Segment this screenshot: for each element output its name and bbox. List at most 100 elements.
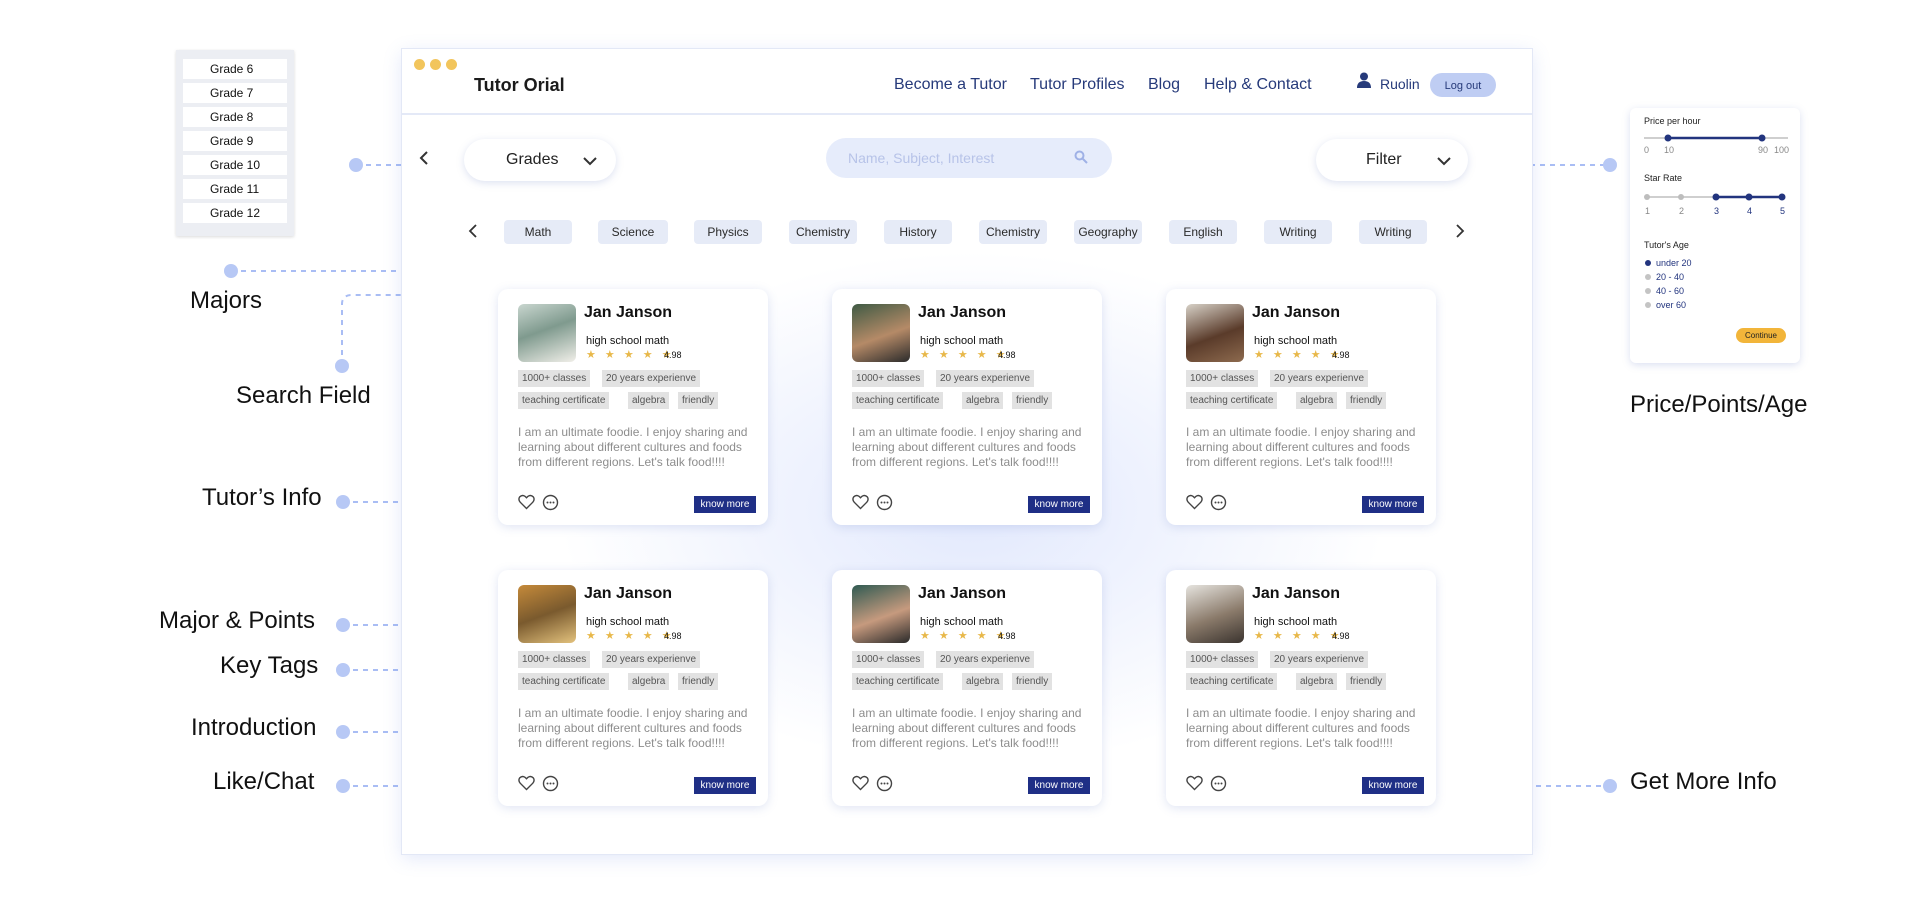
search-input[interactable]: Name, Subject, Interest	[826, 138, 1112, 178]
know-more-button[interactable]: know more	[1362, 777, 1424, 794]
tutor-card[interactable]: Jan Janson high school math ★ ★ ★ ★ ★ 4.…	[498, 289, 768, 525]
grades-dropdown[interactable]: Grades	[464, 139, 616, 181]
tutor-major: high school math	[586, 335, 670, 347]
price-tick: 90	[1758, 145, 1769, 155]
grade-option[interactable]: Grade 6	[183, 59, 287, 79]
tutor-card[interactable]: Jan Janson high school math ★ ★ ★ ★ ★ 4.…	[1166, 570, 1436, 806]
age-option[interactable]: 40 - 60	[1656, 286, 1684, 296]
subject-chip[interactable]: Science	[598, 220, 668, 244]
age-option[interactable]: under 20	[1656, 258, 1692, 268]
heart-icon[interactable]	[518, 494, 535, 515]
tutor-tag: teaching certificate	[518, 673, 610, 690]
subject-chip[interactable]: English	[1169, 220, 1237, 244]
subject-chip[interactable]: Physics	[694, 220, 762, 244]
tutor-photo	[1186, 585, 1244, 643]
know-more-button[interactable]: know more	[1362, 496, 1424, 513]
tutor-card[interactable]: Jan Janson high school math ★ ★ ★ ★ ★ 4.…	[498, 570, 768, 806]
grade-option[interactable]: Grade 8	[183, 107, 287, 127]
tutor-introduction: I am an ultimate foodie. I enjoy sharing…	[852, 425, 1082, 469]
tutor-photo	[852, 585, 910, 643]
nav-blog[interactable]: Blog	[1148, 76, 1180, 94]
tutor-tag: 20 years experienve	[936, 651, 1035, 668]
logout-button[interactable]: Log out	[1430, 73, 1496, 97]
tutor-tag: friendly	[1346, 673, 1387, 690]
know-more-button[interactable]: know more	[694, 777, 756, 794]
connector-dot-search	[335, 359, 349, 373]
continue-button[interactable]: Continue	[1736, 328, 1786, 343]
nav-help-contact[interactable]: Help & Contact	[1204, 76, 1312, 94]
heart-icon[interactable]	[852, 494, 869, 515]
star-tick: 3	[1714, 206, 1720, 216]
chat-icon[interactable]	[876, 494, 893, 516]
age-option[interactable]: 20 - 40	[1656, 272, 1684, 282]
grade-option[interactable]: Grade 7	[183, 83, 287, 103]
price-label: Price per hour	[1644, 116, 1701, 126]
filter-dropdown[interactable]: Filter	[1316, 139, 1468, 181]
tutor-photo	[518, 304, 576, 362]
connector-dot-key-tags	[336, 663, 350, 677]
tutor-name: Jan Janson	[918, 585, 1007, 602]
heart-icon[interactable]	[518, 775, 535, 796]
radio-icon[interactable]	[1645, 288, 1651, 294]
tutor-introduction: I am an ultimate foodie. I enjoy sharing…	[852, 706, 1082, 750]
search-icon[interactable]	[1074, 150, 1088, 169]
tutor-tag: algebra	[962, 392, 1004, 409]
grade-option[interactable]: Grade 11	[183, 179, 287, 199]
nav-become-tutor[interactable]: Become a Tutor	[894, 76, 1007, 94]
tutor-tag: teaching certificate	[1186, 392, 1278, 409]
user-name[interactable]: Ruolin	[1380, 76, 1420, 92]
know-more-button[interactable]: know more	[1028, 777, 1090, 794]
tutor-introduction: I am an ultimate foodie. I enjoy sharing…	[1186, 425, 1416, 469]
subject-chip[interactable]: Writing	[1359, 220, 1427, 244]
chat-icon[interactable]	[1210, 775, 1227, 797]
chevron-left-icon[interactable]	[418, 150, 430, 171]
subject-chip[interactable]: Math	[504, 220, 572, 244]
tutor-major: high school math	[1254, 335, 1338, 347]
know-more-button[interactable]: know more	[1028, 496, 1090, 513]
connector-dot-like-chat	[336, 779, 350, 793]
chat-icon[interactable]	[1210, 494, 1227, 516]
chat-icon[interactable]	[542, 494, 559, 516]
subject-chip[interactable]: Chemistry	[789, 220, 857, 244]
subject-chip[interactable]: History	[884, 220, 952, 244]
tutor-tag: teaching certificate	[852, 673, 944, 690]
tutor-tag: algebra	[628, 673, 670, 690]
price-tick: 100	[1774, 145, 1790, 155]
know-more-button[interactable]: know more	[694, 496, 756, 513]
chat-icon[interactable]	[542, 775, 559, 797]
grade-option[interactable]: Grade 10	[183, 155, 287, 175]
star-rate-slider[interactable]	[1644, 191, 1788, 203]
subject-chip[interactable]: Writing	[1264, 220, 1332, 244]
grades-dropdown-panel: Grade 6 Grade 7 Grade 8 Grade 9 Grade 10…	[176, 50, 294, 236]
subject-chip[interactable]: Geography	[1074, 220, 1142, 244]
price-range-slider[interactable]	[1644, 132, 1788, 144]
tutor-tag: friendly	[678, 673, 719, 690]
tutor-major: high school math	[920, 335, 1004, 347]
chevron-left-icon[interactable]	[468, 224, 478, 243]
star-tick: 2	[1679, 206, 1685, 216]
radio-icon[interactable]	[1645, 274, 1651, 280]
subject-chip[interactable]: Chemistry	[979, 220, 1047, 244]
tutor-tag: friendly	[1012, 392, 1053, 409]
grade-option[interactable]: Grade 9	[183, 131, 287, 151]
nav-tutor-profiles[interactable]: Tutor Profiles	[1030, 76, 1125, 94]
grade-option[interactable]: Grade 12	[183, 203, 287, 223]
app-window: Tutor Orial Become a Tutor Tutor Profile…	[402, 49, 1532, 854]
chevron-right-icon[interactable]	[1455, 224, 1465, 243]
heart-icon[interactable]	[1186, 775, 1203, 796]
tutor-card[interactable]: Jan Janson high school math ★ ★ ★ ★ ★ 4.…	[832, 570, 1102, 806]
brand-logo[interactable]: Tutor Orial	[474, 75, 565, 96]
chat-icon[interactable]	[876, 775, 893, 797]
radio-icon[interactable]	[1645, 302, 1651, 308]
age-option[interactable]: over 60	[1656, 300, 1686, 310]
tutor-tag: teaching certificate	[518, 392, 610, 409]
tutor-card[interactable]: Jan Janson high school math ★ ★ ★ ★ ★ 4.…	[832, 289, 1102, 525]
rating-value: 4.98	[998, 350, 1016, 360]
search-placeholder: Name, Subject, Interest	[848, 150, 995, 166]
filter-label: Filter	[1366, 151, 1402, 168]
heart-icon[interactable]	[852, 775, 869, 796]
radio-selected-icon[interactable]	[1645, 260, 1651, 266]
tutor-introduction: I am an ultimate foodie. I enjoy sharing…	[1186, 706, 1416, 750]
heart-icon[interactable]	[1186, 494, 1203, 515]
tutor-card[interactable]: Jan Janson high school math ★ ★ ★ ★ ★ 4.…	[1166, 289, 1436, 525]
